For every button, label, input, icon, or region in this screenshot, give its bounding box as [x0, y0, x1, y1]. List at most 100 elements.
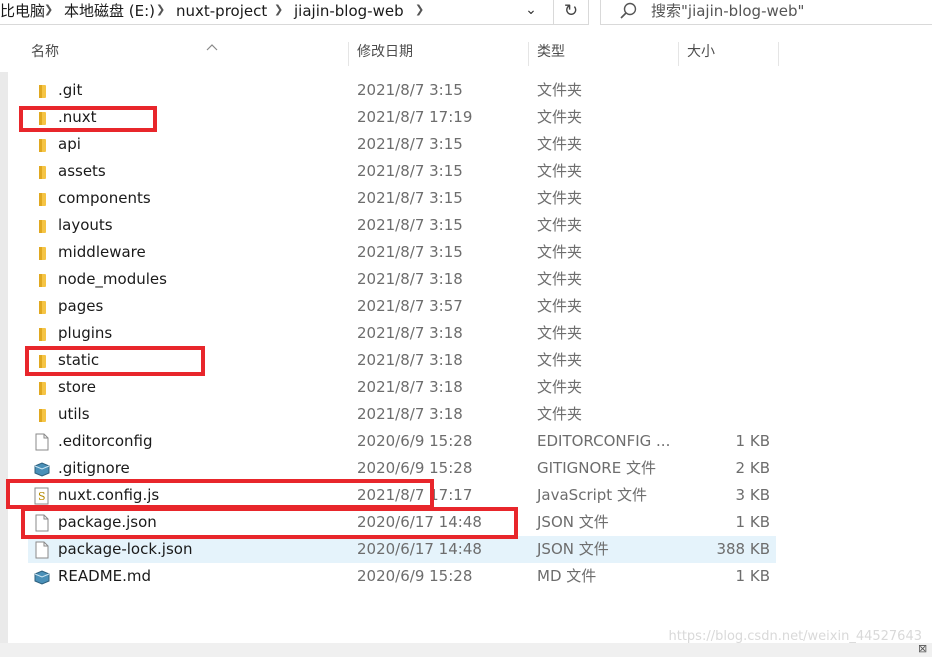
folder-icon [33, 82, 51, 100]
file-type: 文件夹 [537, 216, 583, 234]
folder-icon [33, 352, 51, 370]
table-row[interactable]: package.json 2020/6/17 14:48 JSON 文件 1 KB [28, 509, 776, 536]
column-header-size[interactable]: 大小 [681, 42, 779, 66]
table-row[interactable]: .git 2021/8/7 3:15 文件夹 [28, 77, 776, 104]
file-name: .git [58, 81, 83, 99]
search-box[interactable]: 搜索"jiajin-blog-web" [600, 0, 932, 25]
file-name: .nuxt [58, 108, 97, 126]
file-name: assets [58, 162, 106, 180]
file-type: 文件夹 [537, 162, 583, 180]
file-name: components [58, 189, 151, 207]
breadcrumb-nuxt-project[interactable]: nuxt-project [176, 1, 267, 21]
table-row[interactable]: api 2021/8/7 3:15 文件夹 [28, 131, 776, 158]
file-type: JSON 文件 [537, 540, 609, 558]
file-name: package-lock.json [58, 540, 193, 558]
refresh-icon[interactable]: ↻ [553, 0, 588, 24]
folder-icon [33, 109, 51, 127]
column-header-name[interactable]: 名称 [25, 42, 349, 66]
table-row[interactable]: pages 2021/8/7 3:57 文件夹 [28, 293, 776, 320]
file-type: 文件夹 [537, 189, 583, 207]
table-row[interactable]: components 2021/8/7 3:15 文件夹 [28, 185, 776, 212]
file-name: static [58, 351, 100, 369]
column-header-date-label: 修改日期 [357, 44, 413, 60]
file-date: 2021/8/7 3:15 [357, 81, 463, 99]
column-header-type[interactable]: 类型 [531, 42, 679, 66]
file-list-pane: 名称 修改日期 类型 大小 .git 2021/8/7 3:15 文件夹 .nuxt 2… [0, 32, 932, 647]
chevron-right-icon[interactable]: ❯ [415, 3, 424, 16]
table-row[interactable]: Snuxt.config.js 2021/8/7 17:17 JavaScript … [28, 482, 776, 509]
chevron-right-icon[interactable]: ❯ [156, 3, 165, 16]
file-name: middleware [58, 243, 146, 261]
file-type: JavaScript 文件 [537, 486, 647, 504]
file-date: 2021/8/7 17:19 [357, 108, 473, 126]
table-row[interactable]: package-lock.json 2020/6/17 14:48 JSON 文件 3… [28, 536, 776, 563]
column-header-size-label: 大小 [687, 44, 715, 60]
file-date: 2021/8/7 3:15 [357, 162, 463, 180]
folder-icon [33, 244, 51, 262]
file-name: package.json [58, 513, 157, 531]
file-name: README.md [58, 567, 152, 585]
file-type: EDITORCONFIG ... [537, 432, 671, 450]
chevron-right-icon[interactable]: ❯ [44, 3, 53, 16]
file-date: 2021/8/7 17:17 [357, 486, 473, 504]
table-row[interactable]: utils 2021/8/7 3:18 文件夹 [28, 401, 776, 428]
breadcrumb-jiajin-blog-web[interactable]: jiajin-blog-web [294, 1, 404, 21]
file-name: layouts [58, 216, 113, 234]
table-row[interactable]: .gitignore 2020/6/9 15:28 GITIGNORE 文件 2 KB [28, 455, 776, 482]
breadcrumb-drive-e[interactable]: 本地磁盘 (E:) [64, 1, 155, 21]
table-row[interactable]: layouts 2021/8/7 3:15 文件夹 [28, 212, 776, 239]
file-date: 2020/6/9 15:28 [357, 459, 473, 477]
file-type: 文件夹 [537, 243, 583, 261]
status-bar [0, 643, 932, 657]
folder-icon [33, 298, 51, 316]
file-type: 文件夹 [537, 405, 583, 423]
file-size: 3 KB [735, 486, 770, 504]
folder-icon [33, 163, 51, 181]
file-date: 2021/8/7 3:15 [357, 216, 463, 234]
file-date: 2021/8/7 3:15 [357, 243, 463, 261]
file-size: 1 KB [735, 513, 770, 531]
sort-ascending-icon [206, 44, 218, 51]
table-row[interactable]: .nuxt 2021/8/7 17:19 文件夹 [28, 104, 776, 131]
breadcrumb-this-pc[interactable]: 比电脑 [0, 1, 45, 21]
folder-icon [33, 325, 51, 343]
js-file-icon: S [33, 487, 51, 505]
file-name: node_modules [58, 270, 167, 288]
navigation-pane-edge [0, 72, 8, 647]
table-row[interactable]: static 2021/8/7 3:18 文件夹 [28, 347, 776, 374]
file-type: MD 文件 [537, 567, 597, 585]
table-row[interactable]: assets 2021/8/7 3:15 文件夹 [28, 158, 776, 185]
chevron-down-icon[interactable]: ⌄ [520, 0, 542, 24]
file-size: 1 KB [735, 432, 770, 450]
table-row[interactable]: README.md 2020/6/9 15:28 MD 文件 1 KB [28, 563, 776, 590]
folder-icon [33, 406, 51, 424]
file-icon [33, 514, 51, 532]
table-row[interactable]: store 2021/8/7 3:18 文件夹 [28, 374, 776, 401]
file-size: 2 KB [735, 459, 770, 477]
generic-app-file-icon [33, 460, 51, 478]
file-icon [33, 541, 51, 559]
file-type: 文件夹 [537, 81, 583, 99]
generic-app-file-icon [33, 568, 51, 586]
watermark: https://blog.csdn.net/weixin_44527643 [668, 629, 922, 644]
search-icon [620, 2, 637, 19]
table-row[interactable]: middleware 2021/8/7 3:15 文件夹 [28, 239, 776, 266]
table-row[interactable]: plugins 2021/8/7 3:18 文件夹 [28, 320, 776, 347]
file-type: JSON 文件 [537, 513, 609, 531]
table-row[interactable]: .editorconfig 2020/6/9 15:28 EDITORCONFIG … [28, 428, 776, 455]
table-row[interactable]: node_modules 2021/8/7 3:18 文件夹 [28, 266, 776, 293]
file-name: nuxt.config.js [58, 486, 160, 504]
address-bar[interactable]: 比电脑 ❯ 本地磁盘 (E:) ❯ nuxt-project ❯ jiajin-… [0, 0, 589, 25]
column-header-date[interactable]: 修改日期 [351, 42, 529, 66]
chevron-right-icon[interactable]: ❯ [274, 3, 283, 16]
folder-icon [33, 217, 51, 235]
svg-text:S: S [38, 490, 46, 503]
file-date: 2021/8/7 3:57 [357, 297, 463, 315]
file-icon [33, 433, 51, 451]
file-date: 2021/8/7 3:18 [357, 270, 463, 288]
file-name: api [58, 135, 81, 153]
file-type: 文件夹 [537, 270, 583, 288]
search-input[interactable]: 搜索"jiajin-blog-web" [651, 1, 804, 21]
file-name: store [58, 378, 96, 396]
file-name: .editorconfig [58, 432, 153, 450]
